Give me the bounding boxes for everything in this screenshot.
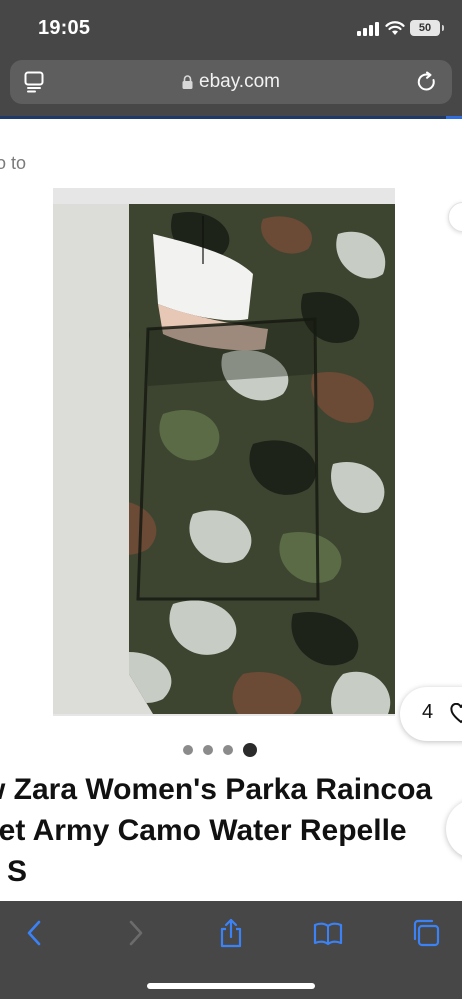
product-image-frame[interactable] xyxy=(53,188,395,716)
tabs-icon[interactable] xyxy=(411,918,441,948)
lock-icon xyxy=(182,75,193,89)
carousel-dots xyxy=(183,743,257,757)
product-title: w Zara Women's Parka Raincoa ket Army Ca… xyxy=(0,769,462,892)
battery-icon: 50 xyxy=(410,20,444,36)
back-to-link[interactable]: o to xyxy=(0,153,26,174)
watch-button[interactable]: 4 xyxy=(400,687,462,741)
bookmarks-icon[interactable] xyxy=(313,918,343,948)
product-title-line: e S xyxy=(0,855,28,888)
product-title-line: ket Army Camo Water Repelle xyxy=(0,814,407,847)
image-next-button[interactable] xyxy=(448,202,462,232)
url-bar[interactable]: ebay.com xyxy=(10,60,452,104)
product-image[interactable] xyxy=(53,204,395,714)
carousel-dot-active[interactable] xyxy=(243,743,257,757)
url-display[interactable]: ebay.com xyxy=(10,60,452,104)
forward-icon[interactable] xyxy=(120,918,150,948)
status-time: 19:05 xyxy=(38,17,91,39)
page-content: o to 4 w Zara Women's Parka Raincoa ket … xyxy=(0,119,462,901)
watch-count: 4 xyxy=(422,701,434,723)
product-title-line: w Zara Women's Parka Raincoa xyxy=(0,773,433,806)
share-icon[interactable] xyxy=(216,918,246,948)
carousel-dot[interactable] xyxy=(183,745,193,755)
signal-icon xyxy=(357,22,379,36)
carousel-dot[interactable] xyxy=(203,745,213,755)
home-indicator xyxy=(147,983,315,989)
wifi-icon xyxy=(385,21,405,35)
url-domain: ebay.com xyxy=(199,71,280,92)
status-bar: 19:05 50 xyxy=(0,0,462,56)
heart-icon xyxy=(450,703,462,724)
browser-chrome: 19:05 50 ebay.com xyxy=(0,0,462,118)
carousel-dot[interactable] xyxy=(223,745,233,755)
reload-icon[interactable] xyxy=(416,71,438,93)
back-icon[interactable] xyxy=(20,918,50,948)
